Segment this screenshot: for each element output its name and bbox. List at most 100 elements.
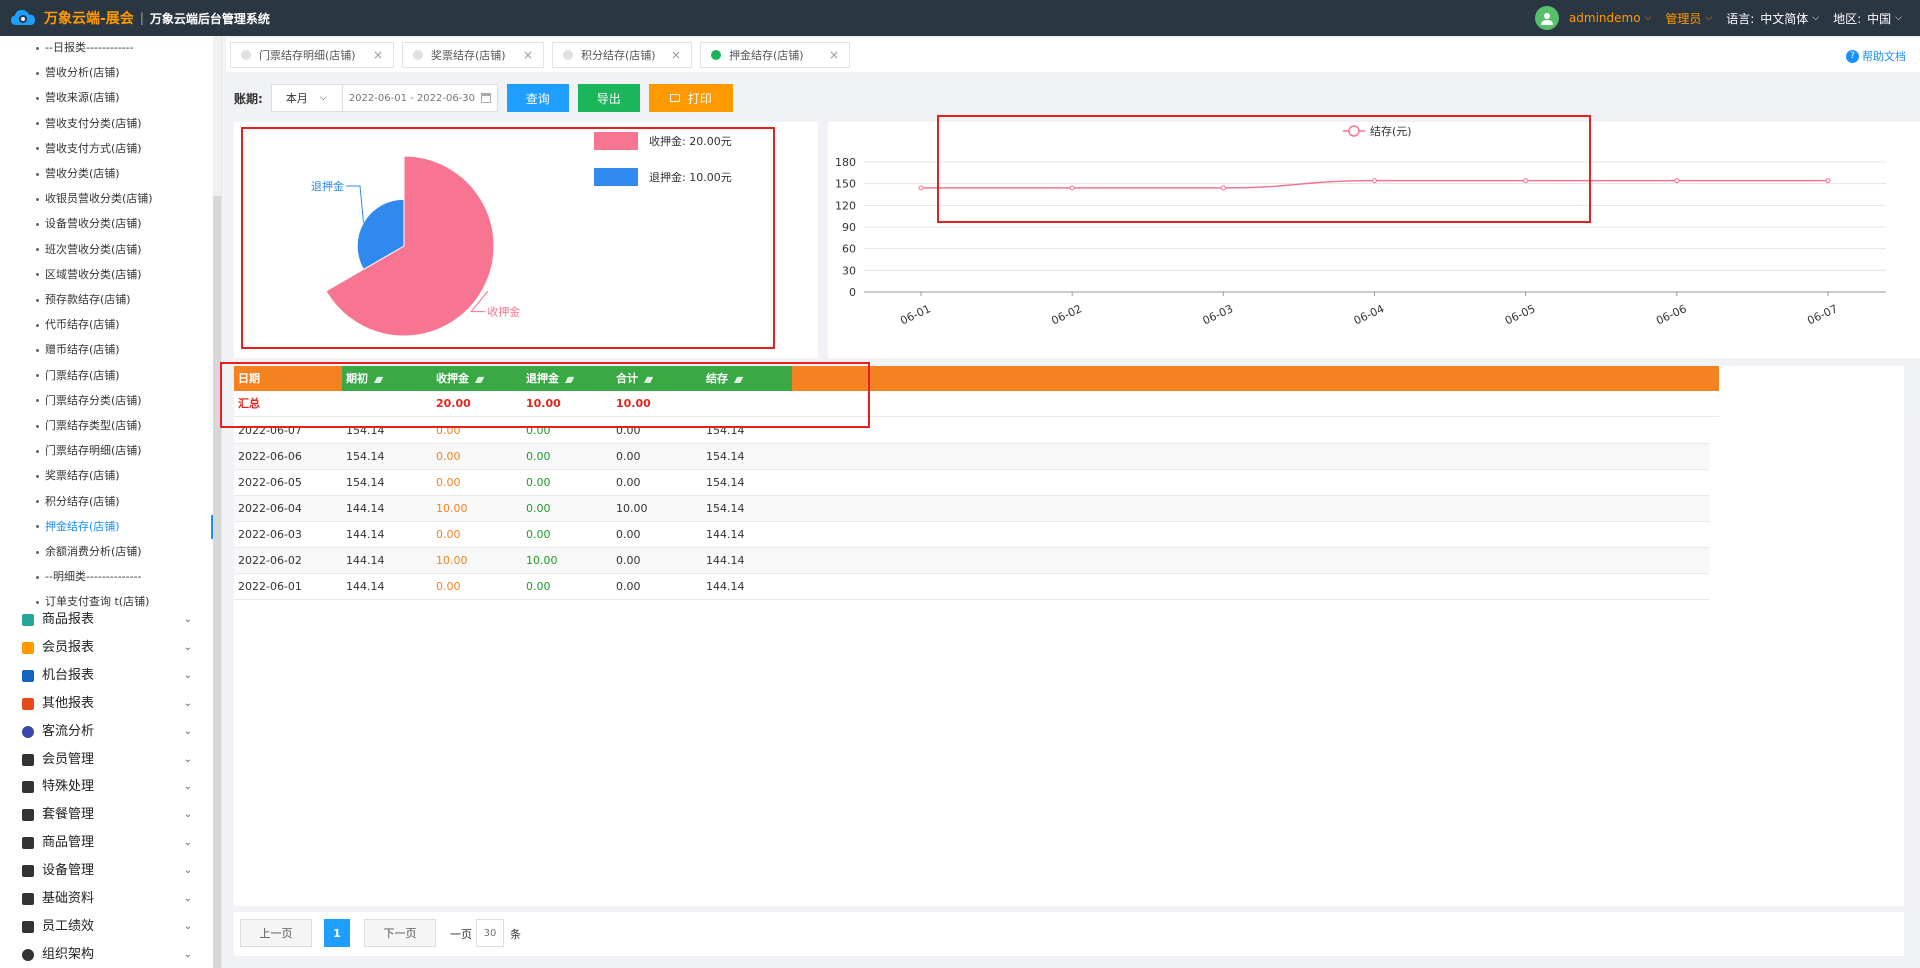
user-menu[interactable]: admindemo ⌵ [1569,11,1651,25]
prev-page-button[interactable]: 上一页 [240,919,312,947]
sidebar-group[interactable]: 设备管理 ⌄ [22,860,192,882]
sidebar-group-label: 组织架构 [42,946,95,962]
region-label: 地区: [1833,11,1862,26]
sidebar-subitem[interactable]: 营收分类(店铺) [36,164,212,184]
sidebar-subitem[interactable]: 奖票结存(店铺) [36,466,212,486]
tab[interactable]: 奖票结存(店铺) × [402,42,544,68]
highlight-frame-line [937,115,1591,223]
sidebar-subitem[interactable]: 设备营收分类(店铺) [36,214,212,234]
user-avatar[interactable] [1534,6,1559,30]
brand[interactable]: 万象云端-展会 | 万象云端后台管理系统 [0,0,270,36]
sidebar-group[interactable]: 组织架构 ⌄ [22,944,192,966]
sidebar-subitem[interactable]: 门票结存明细(店铺) [36,441,212,461]
table-cell: 0.00 [526,528,551,541]
sidebar-group[interactable]: 会员报表 ⌄ [22,637,192,659]
sidebar-subitem[interactable]: 门票结存(店铺) [36,366,212,386]
bullet-icon [36,122,39,126]
sidebar-subitem-label: --日报类------------ [45,41,134,54]
table-row[interactable]: 2022-06-04 144.14 10.00 0.00 10.00 154.14 [234,496,1710,522]
sidebar-group-label: 特殊处理 [42,779,95,795]
sidebar-subitem[interactable]: 预存款结存(店铺) [36,290,212,310]
close-icon[interactable]: × [671,48,681,62]
language-menu[interactable]: 语言: 中文简体 ⌵ [1726,10,1819,27]
sidebar-subitem[interactable]: 班次营收分类(店铺) [36,240,212,260]
machine-report-icon [22,669,34,682]
question-icon: ? [1846,49,1859,63]
sidebar-group[interactable]: 特殊处理 ⌄ [22,776,192,798]
date-range-value: 2022-06-01 - 2022-06-30 [348,92,476,104]
table-cell: 2022-06-01 [238,580,302,593]
period-select[interactable]: 本月 ⌵ [270,84,343,112]
sidebar-subitem[interactable]: 积分结存(店铺) [36,492,212,512]
sidebar-group[interactable]: 基础资料 ⌄ [22,888,192,910]
sidebar-subitem-label: 门票结存明细(店铺) [45,444,142,458]
sidebar-group[interactable]: 机台报表 ⌄ [22,665,192,687]
role-menu[interactable]: 管理员 ⌵ [1665,10,1712,27]
table-row[interactable]: 2022-06-02 144.14 10.00 10.00 0.00 144.14 [234,548,1710,574]
sidebar-subitem[interactable]: --日报类------------ [36,38,212,58]
sidebar-group[interactable]: 商品报表 ⌄ [22,609,192,631]
y-tick-label: 90 [842,221,856,234]
cloud-logo-icon [11,10,35,25]
sidebar-subitem[interactable]: 押金结存(店铺) [36,517,212,537]
table-row[interactable]: 2022-06-05 154.14 0.00 0.00 0.00 154.14 [234,470,1710,496]
sidebar-group-label: 商品管理 [42,835,95,851]
sidebar-subitem[interactable]: 营收分析(店铺) [36,63,212,83]
sidebar-subitem[interactable]: --明细类-------------- [36,567,212,587]
bullet-icon [36,474,39,478]
tab[interactable]: 门票结存明细(店铺) × [230,42,394,68]
sidebar-group[interactable]: 会员管理 ⌄ [22,749,192,771]
table-row[interactable]: 2022-06-06 154.14 0.00 0.00 0.00 154.14 [234,444,1710,470]
sidebar-group[interactable]: 客流分析 ⌄ [22,721,192,743]
tab[interactable]: 积分结存(店铺) × [552,42,692,68]
next-page-button[interactable]: 下一页 [364,919,436,947]
sidebar-subitem[interactable]: 营收支付方式(店铺) [36,139,212,159]
sidebar-subitem-label: 营收支付方式(店铺) [45,141,142,155]
user-name: admindemo [1568,11,1641,25]
sidebar-subitem[interactable]: 区域营收分类(店铺) [36,265,212,285]
table-cell: 144.14 [706,580,745,593]
close-icon[interactable]: × [523,48,533,62]
table-row[interactable]: 2022-06-03 144.14 0.00 0.00 0.00 144.14 [234,522,1710,548]
tab[interactable]: 押金结存(店铺) × [700,42,850,68]
print-button[interactable]: 打印 [648,84,733,112]
sidebar-group[interactable]: 其他报表 ⌄ [22,693,192,715]
close-icon[interactable]: × [373,48,383,62]
sidebar-subitem[interactable]: 收银员营收分类(店铺) [36,189,212,209]
sidebar-subitem[interactable]: 代币结存(店铺) [36,315,212,335]
sidebar-subitem[interactable]: 余额消费分析(店铺) [36,542,212,562]
sidebar-group-label: 基础资料 [42,891,95,906]
table-cell: 0.00 [616,528,641,541]
member-report-icon [22,641,34,654]
sidebar-group[interactable]: 员工绩效 ⌄ [22,916,192,938]
sidebar-scrollbar[interactable] [213,36,221,968]
sidebar-subitem[interactable]: 营收支付分类(店铺) [36,114,212,134]
circle-dot-icon [22,948,34,961]
chevron-down-icon: ⌄ [183,809,192,821]
data-point[interactable] [1825,178,1831,184]
help-link[interactable]: ? 帮助文档 [1846,48,1906,64]
sidebar-group-label: 其他报表 [42,695,95,711]
data-point[interactable] [918,185,924,191]
sidebar-subitem[interactable]: 门票结存分类(店铺) [36,391,212,411]
date-range-input[interactable]: 2022-06-01 - 2022-06-30 [342,84,498,112]
sidebar-group[interactable]: 套餐管理 ⌄ [22,804,192,826]
data-point[interactable] [1674,178,1680,184]
table-scrollbar[interactable] [1904,418,1912,906]
chevron-down-icon: ⌄ [183,753,192,765]
close-icon[interactable]: × [829,48,839,62]
sidebar-subitem[interactable]: 门票结存类型(店铺) [36,416,212,436]
per-page-label: 一页 [450,928,472,941]
export-button[interactable]: 导出 [577,84,640,112]
query-button[interactable]: 查询 [506,84,569,112]
region-menu[interactable]: 地区: 中国 ⌵ [1833,10,1902,27]
current-page[interactable]: 1 [324,919,350,947]
sidebar-scroll-thumb[interactable] [213,196,221,968]
sidebar-group[interactable]: 商品管理 ⌄ [22,832,192,854]
sidebar-subitem[interactable]: 营收来源(店铺) [36,88,212,108]
sidebar-subitem[interactable]: 赠币结存(店铺) [36,340,212,360]
table-row[interactable]: 2022-06-01 144.14 0.00 0.00 0.00 144.14 [234,574,1710,600]
sidebar-subitem-label: 门票结存(店铺) [45,368,120,382]
per-page-input[interactable]: 30 [476,919,504,947]
sidebar-subitem-label: 营收来源(店铺) [45,91,120,105]
